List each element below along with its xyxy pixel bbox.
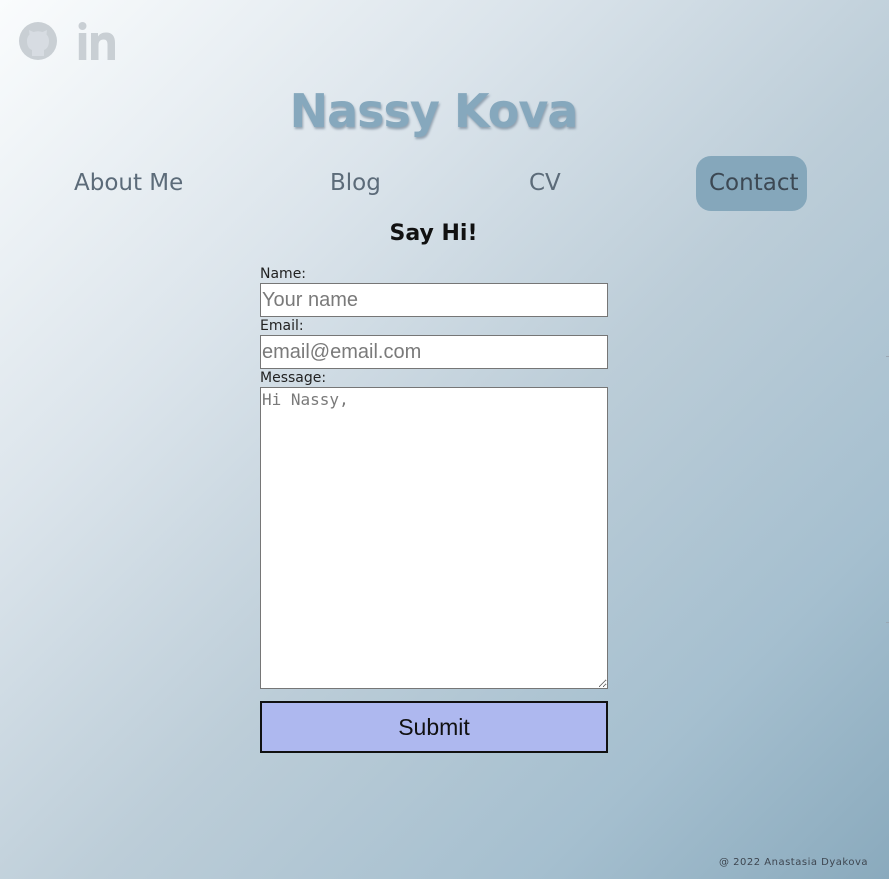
- message-label: Message:: [260, 370, 327, 386]
- nav-item-cv[interactable]: CV: [529, 156, 561, 211]
- nav-item-blog[interactable]: Blog: [330, 156, 381, 211]
- email-label: Email:: [260, 318, 304, 334]
- site-title: Nassy Kova: [289, 84, 579, 138]
- submit-button[interactable]: Submit: [260, 701, 608, 753]
- social-links: [17, 20, 119, 62]
- contact-form: Name: Email: Message: Submit: [260, 265, 608, 753]
- linkedin-icon[interactable]: [77, 20, 119, 62]
- contact-heading: Say Hi!: [389, 221, 478, 246]
- nav-item-contact[interactable]: Contact: [696, 156, 807, 211]
- message-input[interactable]: [260, 387, 608, 689]
- email-input[interactable]: [260, 335, 608, 369]
- github-icon[interactable]: [17, 20, 59, 62]
- name-label: Name:: [260, 266, 307, 282]
- main-nav: About Me Blog CV Contact: [0, 156, 889, 211]
- name-input[interactable]: [260, 283, 608, 317]
- footer-copyright: @ 2022 Anastasia Dyakova: [718, 857, 868, 868]
- nav-item-about-me[interactable]: About Me: [74, 156, 183, 211]
